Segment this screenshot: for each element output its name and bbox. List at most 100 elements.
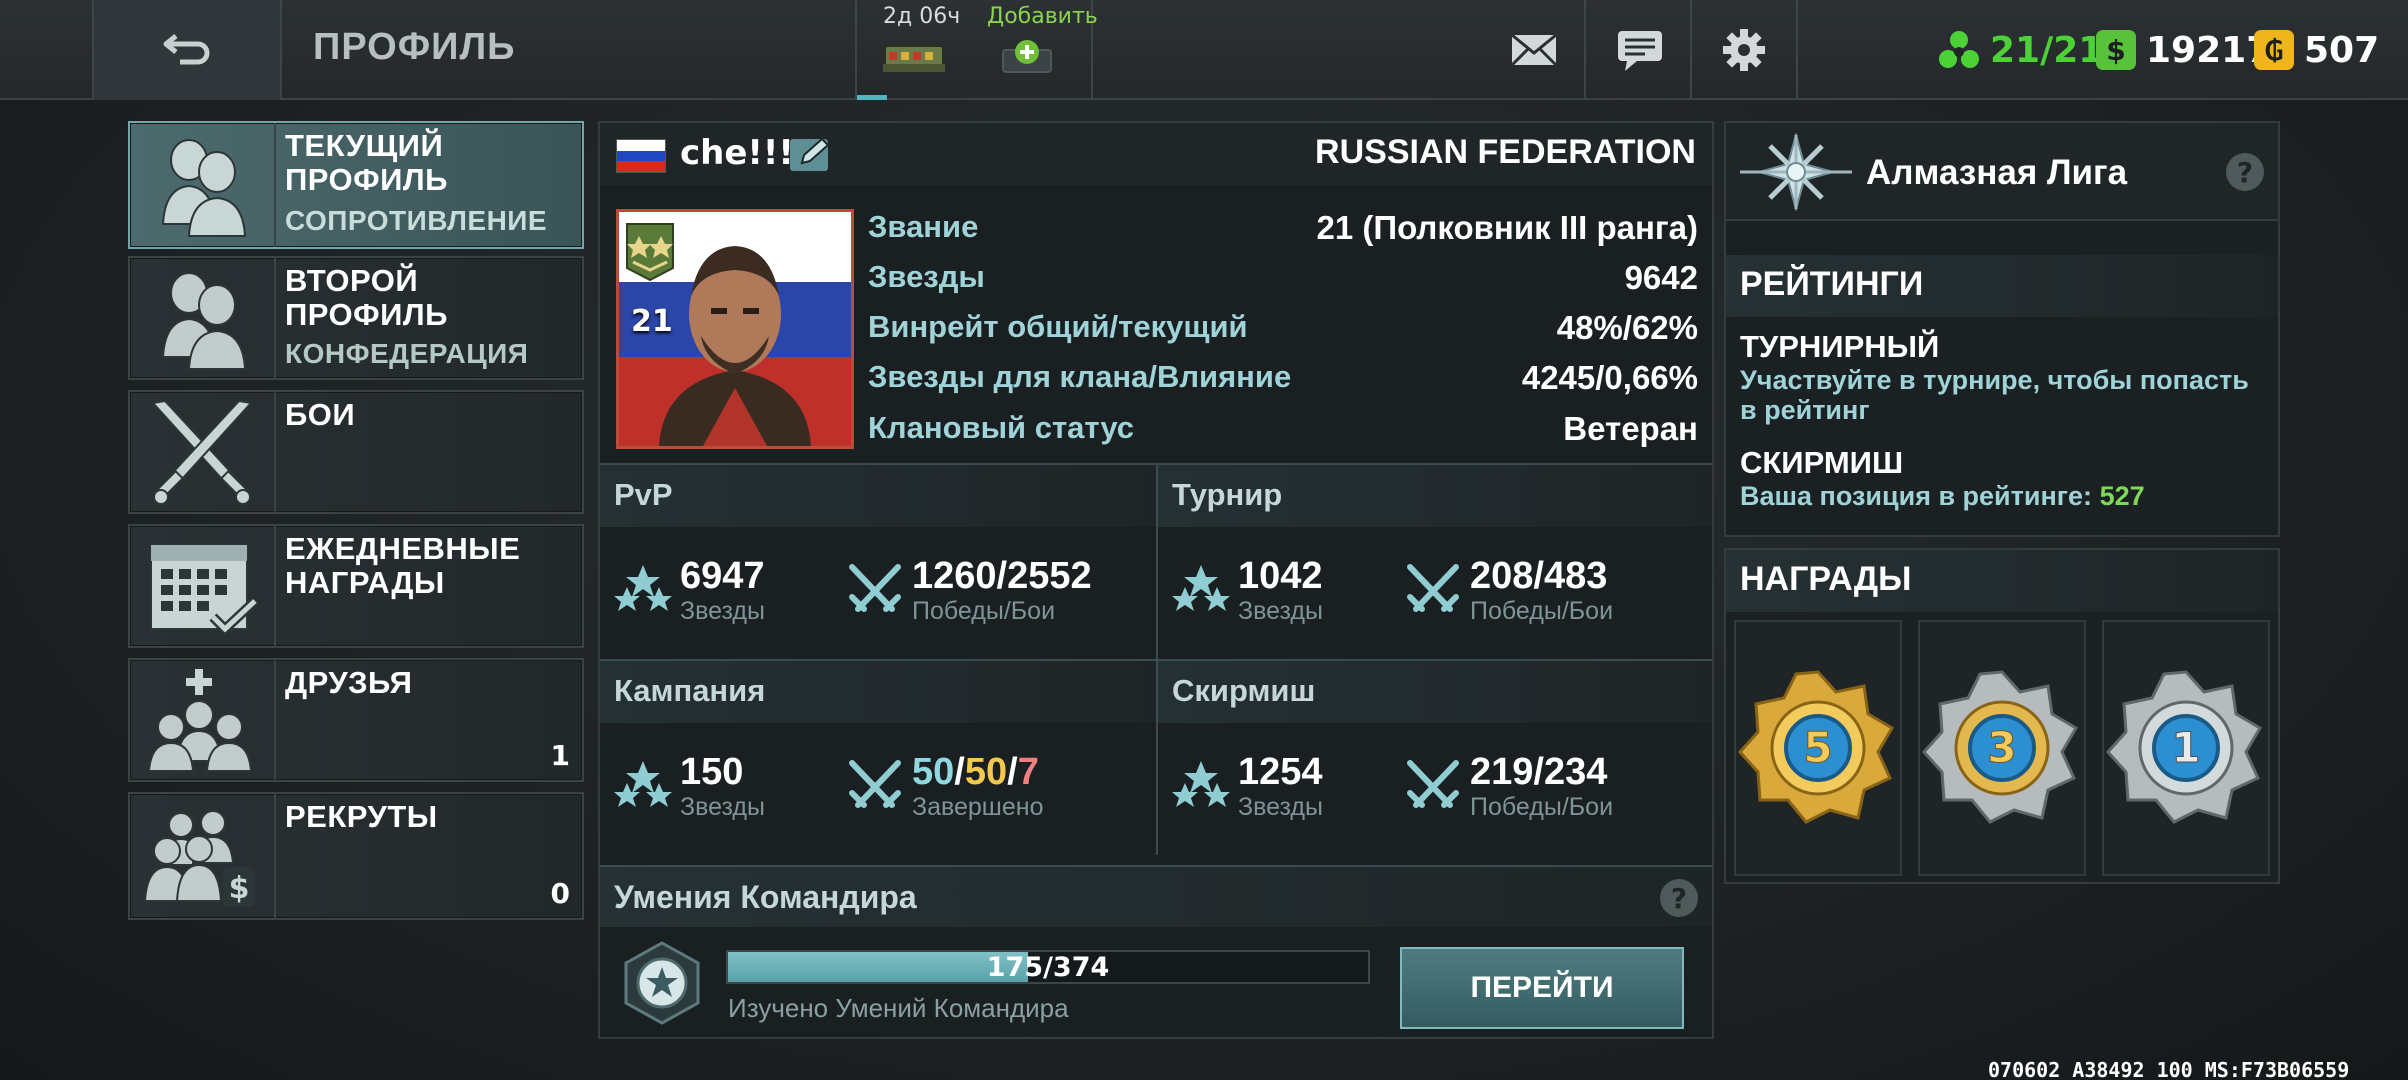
menu-second-profile[interactable]: ВТОРОЙ ПРОФИЛЬ КОНФЕДЕРАЦИЯ <box>128 256 584 380</box>
awards-title: НАГРАДЫ <box>1740 560 1912 598</box>
add-bonus-icon[interactable] <box>997 36 1057 80</box>
crossed-swords-icon <box>1407 564 1459 612</box>
award-medal[interactable]: 1 <box>2102 620 2270 876</box>
calendar-icon <box>138 534 266 638</box>
go-button[interactable]: ПЕРЕЙТИ <box>1400 947 1684 1029</box>
stat-label: Звезды <box>868 259 985 294</box>
bonus-indicator <box>857 95 887 100</box>
stars-icon <box>1172 761 1230 807</box>
league-name: Алмазная Лига <box>1866 153 2128 192</box>
back-arrow-icon <box>163 34 210 65</box>
crossed-swords-icon <box>138 399 266 505</box>
rating-panel: Алмазная Лига ? РЕЙТИНГИ ТУРНИРНЫЙ Участ… <box>1724 121 2280 537</box>
divider <box>1690 0 1692 100</box>
crossed-swords-icon <box>849 564 901 612</box>
stars-icon <box>614 761 672 807</box>
menu-title: ТЕКУЩИЙ ПРОФИЛЬ <box>285 129 448 197</box>
back-button[interactable] <box>92 0 282 100</box>
menu-current-profile[interactable]: ТЕКУЩИЙ ПРОФИЛЬ СОПРОТИВЛЕНИЕ <box>128 121 584 249</box>
dollar-icon: $ <box>2096 30 2136 70</box>
skirmish-rating-desc: Ваша позиция в рейтинге: 527 <box>1740 481 2270 511</box>
russia-flag-icon <box>616 139 666 173</box>
mode-completed-value: 50/50/7 <box>912 751 1039 793</box>
bonus-slot[interactable]: 2д 06ч Добавить <box>855 0 1098 100</box>
skills-title: Умения Командира <box>614 879 917 915</box>
mode-wins-label: Победы/Бои <box>1470 597 1614 625</box>
divider <box>1584 0 1586 100</box>
player-level: 21 <box>631 304 673 339</box>
skills-progress-bar: 175/374 <box>726 950 1370 984</box>
menu-recruits[interactable]: $ РЕКРУТЫ 0 <box>128 792 584 920</box>
stat-label: Звание <box>868 209 979 244</box>
menu-title: ВТОРОЙ ПРОФИЛЬ <box>285 264 448 332</box>
top-bar: ПРОФИЛЬ 2д 06ч Добавить 21/21 $ 19217 ₲ … <box>0 0 2408 100</box>
debug-overlay: 070602 A38492 100 MS:F73B06559 <box>1988 1058 2350 1080</box>
medal-number: 5 <box>1803 723 1832 772</box>
bonus-add-label[interactable]: Добавить <box>987 4 1098 29</box>
menu-friends[interactable]: ДРУЗЬЯ 1 <box>128 658 584 782</box>
player-avatar[interactable]: 21 <box>616 209 854 449</box>
energy-counter[interactable]: 21/21 <box>1938 28 2103 72</box>
chat-icon <box>1618 31 1662 71</box>
stars-icon <box>614 565 672 611</box>
mode-title-bar: Скирмиш <box>1158 661 1712 723</box>
stat-value: 4245/0,66% <box>1521 359 1698 396</box>
silver-medal-icon: 1 <box>2106 670 2263 824</box>
mode-title: Кампания <box>614 673 766 708</box>
bonus-timer: 2д 06ч <box>883 4 961 29</box>
silver-gold-medal-icon: 3 <box>1922 670 2079 824</box>
progress-text: 175/374 <box>986 951 1110 983</box>
stars-icon <box>1172 565 1230 611</box>
mode-stars-label: Звезды <box>680 597 765 625</box>
menu-title-line: ПРОФИЛЬ <box>285 162 448 197</box>
divider <box>274 258 276 378</box>
skirmish-rating-text: Ваша позиция в рейтинге: <box>1740 481 2093 511</box>
gold-coin-icon: ₲ <box>2254 30 2294 70</box>
mode-campaign: Кампания 150 Звезды 50/50/7 Завершено <box>600 659 1156 855</box>
help-icon[interactable]: ? <box>1660 879 1698 917</box>
mail-icon <box>1510 33 1558 67</box>
page-title: ПРОФИЛЬ <box>313 26 516 68</box>
player-nickname: che!!! <box>680 133 794 173</box>
profile-header: che!!! RUSSIAN FEDERATION <box>600 123 1712 185</box>
help-icon[interactable]: ? <box>2226 153 2264 191</box>
mode-wins-value: 1260/2552 <box>912 555 1092 597</box>
mode-stars-label: Звезды <box>1238 597 1323 625</box>
energy-value: 21/21 <box>1990 29 2104 71</box>
mode-pvp: PvP 6947 Звезды 1260/2552 Победы/Бои <box>600 463 1156 659</box>
completed-medium: 50 <box>964 751 1008 793</box>
menu-title: БОИ <box>285 397 356 432</box>
menu-daily-rewards[interactable]: ЕЖЕДНЕВНЫЕ НАГРАДЫ <box>128 524 584 648</box>
edit-name-icon[interactable] <box>788 135 836 175</box>
mode-wins-value: 208/483 <box>1470 555 1608 597</box>
mode-stars-value: 6947 <box>680 555 765 597</box>
menu-title-line: ТЕКУЩИЙ <box>285 128 444 163</box>
mode-completed-label: Завершено <box>912 793 1044 821</box>
gold-counter[interactable]: ₲ 507 <box>2254 28 2379 72</box>
award-medal[interactable]: 3 <box>1918 620 2086 876</box>
gear-icon <box>1723 29 1765 71</box>
money-counter[interactable]: $ 19217 <box>2096 28 2271 72</box>
settings-button[interactable] <box>1716 24 1772 76</box>
mode-title-bar: Кампания <box>600 661 1156 723</box>
awards-header: НАГРАДЫ <box>1726 550 2278 612</box>
medal-number: 3 <box>1987 723 2016 772</box>
mail-button[interactable] <box>1506 24 1562 76</box>
mode-stars-value: 1042 <box>1238 555 1323 597</box>
mode-stars-label: Звезды <box>1238 793 1323 821</box>
friends-count: 1 <box>550 739 570 772</box>
menu-title: РЕКРУТЫ <box>285 799 438 834</box>
mode-title: Турнир <box>1172 477 1283 512</box>
menu-title: ЕЖЕДНЕВНЫЕ НАГРАДЫ <box>285 532 520 600</box>
mode-title-bar: PvP <box>600 465 1156 527</box>
menu-battles[interactable]: БОИ <box>128 390 584 514</box>
divider <box>274 123 276 247</box>
stat-label: Звезды для клана/Влияние <box>868 359 1292 394</box>
mode-title: Скирмиш <box>1172 673 1316 708</box>
svg-text:$: $ <box>229 871 250 906</box>
mode-stars-value: 150 <box>680 751 744 793</box>
league-row: Алмазная Лига ? <box>1726 123 2278 221</box>
divider <box>1796 0 1798 100</box>
chat-button[interactable] <box>1612 24 1668 76</box>
award-medal[interactable]: 5 <box>1734 620 1902 876</box>
